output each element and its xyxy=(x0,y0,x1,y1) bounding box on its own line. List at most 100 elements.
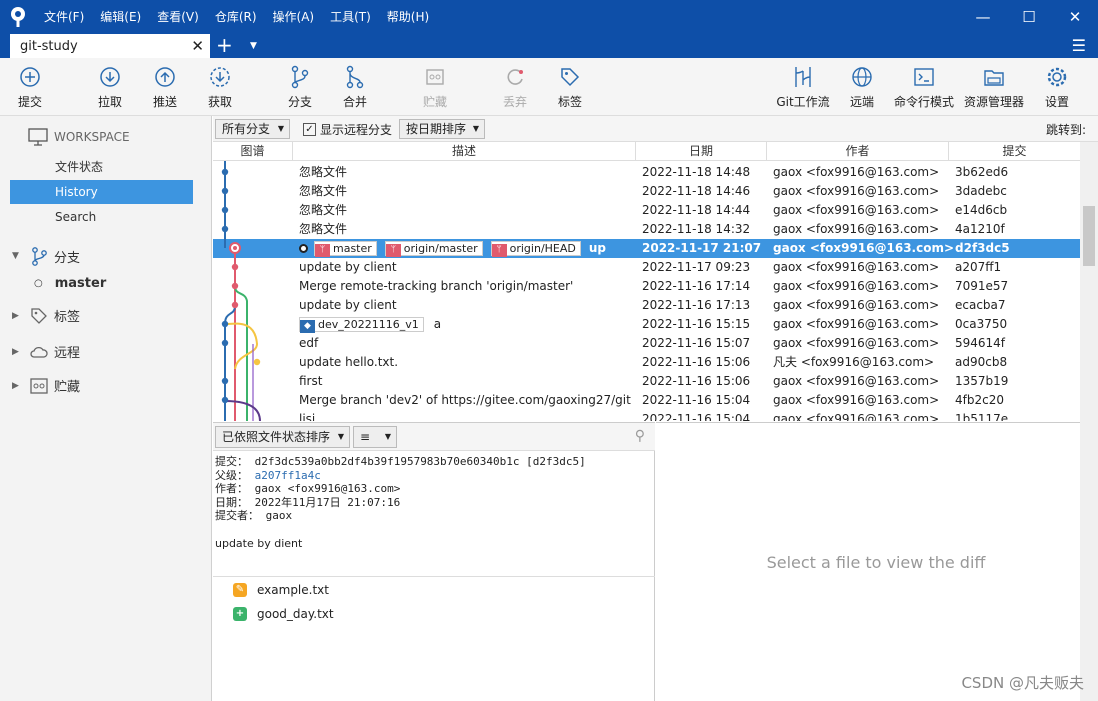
merge-button[interactable]: 合并 xyxy=(325,64,385,110)
modified-file-icon: ✎ xyxy=(233,583,247,597)
stash-button[interactable]: 贮藏 xyxy=(405,64,465,110)
commit-row[interactable]: lisi 2022-11-16 15:04 gaox <fox9916@163.… xyxy=(213,410,1080,421)
watermark: CSDN @凡夫贩夫 xyxy=(961,674,1084,692)
commit-row[interactable]: update by client 2022-11-17 09:23 gaox <… xyxy=(213,258,1080,277)
menu-actions[interactable]: 操作(A) xyxy=(265,0,323,34)
chevron-down-icon: ▼ xyxy=(384,432,391,441)
commit-list-header: 图谱 描述 日期 作者 提交 xyxy=(213,142,1080,161)
close-icon[interactable]: ✕ xyxy=(1052,0,1098,34)
column-commit[interactable]: 提交 xyxy=(949,142,1080,161)
search-icon[interactable]: ⚲ xyxy=(635,428,645,444)
ref-tag[interactable]: ◆ dev_20221116_v1 xyxy=(299,317,424,333)
jump-to-label: 跳转到: xyxy=(1045,123,1086,137)
tab-close-icon[interactable]: ✕ xyxy=(191,37,204,55)
tag-icon xyxy=(559,64,581,90)
diff-scrollbar[interactable] xyxy=(1080,422,1098,701)
commit-row[interactable]: update hello.txt. 2022-11-16 15:06 凡夫 <f… xyxy=(213,353,1080,372)
commit-row[interactable]: ◆ dev_20221116_v1 a 2022-11-16 15:15 gaox … xyxy=(213,315,1080,334)
tag-button[interactable]: 标签 xyxy=(540,64,600,110)
ref-master[interactable]: ᛘ master xyxy=(314,241,377,257)
commit-row[interactable]: first 2022-11-16 15:06 gaox <fox9916@163… xyxy=(213,372,1080,391)
commit-row[interactable]: edf 2022-11-16 15:07 gaox <fox9916@163.c… xyxy=(213,334,1080,353)
history-filter-bar: 所有分支 ▼ ✓ 显示远程分支 按日期排序 ▼ 跳转到: xyxy=(213,116,1098,142)
toolbar: 提交 拉取 推送 获取 分支 合并 贮藏 丢弃 标签 Git工作流 远端 命令行… xyxy=(0,58,1098,116)
menu-repository[interactable]: 仓库(R) xyxy=(207,0,265,34)
commit-button[interactable]: 提交 xyxy=(0,64,60,110)
commit-list-scrollbar[interactable] xyxy=(1080,142,1098,422)
menu-help[interactable]: 帮助(H) xyxy=(379,0,437,34)
fetch-button[interactable]: 获取 xyxy=(190,64,250,110)
settings-button[interactable]: 设置 xyxy=(1027,64,1087,110)
sidebar-branch-master[interactable]: ○ master xyxy=(34,276,106,291)
sidebar-section-remotes[interactable]: ▶ 远程 xyxy=(12,342,80,361)
file-item[interactable]: ✎ example.txt xyxy=(233,583,329,597)
commit-row[interactable]: 忽略文件 2022-11-18 14:46 gaox <fox9916@163.… xyxy=(213,182,1080,201)
discard-button[interactable]: 丢弃 xyxy=(485,64,545,110)
file-sort-dropdown[interactable]: 已依照文件状态排序 ▼ xyxy=(215,426,350,448)
hamburger-menu-icon[interactable]: ☰ xyxy=(1072,34,1086,58)
commit-row[interactable]: Merge remote-tracking branch 'origin/mas… xyxy=(213,277,1080,296)
parent-commit-link[interactable]: a207ff1a4c xyxy=(255,469,321,482)
remote-button[interactable]: 远端 xyxy=(832,64,892,110)
sidebar-item-file-status[interactable]: 文件状态 xyxy=(10,155,193,179)
minimize-icon[interactable]: — xyxy=(960,0,1006,34)
file-item[interactable]: + good_day.txt xyxy=(233,607,334,621)
chevron-right-icon: ▶ xyxy=(12,346,19,357)
gear-icon xyxy=(1046,64,1068,90)
branch-button[interactable]: 分支 xyxy=(270,64,330,110)
branch-filter-dropdown[interactable]: 所有分支 ▼ xyxy=(215,119,290,139)
terminal-icon xyxy=(913,64,935,90)
commit-row[interactable]: 忽略文件 2022-11-18 14:48 gaox <fox9916@163.… xyxy=(213,163,1080,182)
committer-value: gaox xyxy=(265,509,293,522)
column-graph[interactable]: 图谱 xyxy=(213,142,293,161)
maximize-icon[interactable]: ☐ xyxy=(1006,0,1052,34)
commit-row[interactable]: 忽略文件 2022-11-18 14:44 gaox <fox9916@163.… xyxy=(213,201,1080,220)
sidebar-section-stashes[interactable]: ▶ 贮藏 xyxy=(12,376,80,395)
monitor-icon xyxy=(28,128,48,146)
push-button[interactable]: 推送 xyxy=(135,64,195,110)
author-value: gaox <fox9916@163.com> xyxy=(254,482,401,495)
sidebar-item-history[interactable]: History xyxy=(10,180,193,204)
tab-dropdown-icon[interactable]: ▼ xyxy=(250,34,257,58)
menu-file[interactable]: 文件(F) xyxy=(36,0,92,34)
column-description[interactable]: 描述 xyxy=(293,142,636,161)
column-author[interactable]: 作者 xyxy=(767,142,949,161)
cloud-icon xyxy=(30,346,48,358)
explorer-button[interactable]: 资源管理器 xyxy=(964,64,1024,110)
ref-origin-head[interactable]: ᛘ origin/HEAD xyxy=(490,241,581,257)
view-mode-dropdown[interactable]: ≡ ▼ xyxy=(353,426,397,448)
merge-icon xyxy=(344,64,366,90)
chevron-down-icon: ▼ xyxy=(12,251,19,261)
sidebar: WORKSPACE 文件状态 History Search ▼ 分支 ○ mas… xyxy=(0,116,212,701)
stash-icon xyxy=(30,377,48,394)
commit-row[interactable]: Merge branch 'dev2' of https://gitee.com… xyxy=(213,391,1080,410)
branch-icon: ᛘ xyxy=(491,244,507,257)
show-remote-checkbox[interactable]: ✓ 显示远程分支 xyxy=(303,121,392,138)
tab-git-study[interactable]: git-study ✕ xyxy=(10,34,210,58)
menu-edit[interactable]: 编辑(E) xyxy=(92,0,149,34)
menu-tools[interactable]: 工具(T) xyxy=(322,0,379,34)
menu-view[interactable]: 查看(V) xyxy=(149,0,207,34)
title-bar: 文件(F) 编辑(E) 查看(V) 仓库(R) 操作(A) 工具(T) 帮助(H… xyxy=(0,0,1098,34)
sourcetree-logo-icon xyxy=(0,0,36,34)
new-tab-icon[interactable]: + xyxy=(216,34,233,56)
stash-icon xyxy=(424,64,446,90)
scrollbar-thumb[interactable] xyxy=(1083,206,1095,266)
sidebar-section-tags[interactable]: ▶ 标签 xyxy=(12,306,80,325)
terminal-button[interactable]: 命令行模式 xyxy=(894,64,954,110)
chevron-down-icon: ▼ xyxy=(472,124,479,133)
sidebar-item-search[interactable]: Search xyxy=(10,205,193,229)
commit-row[interactable]: update by client 2022-11-16 17:13 gaox <… xyxy=(213,296,1080,315)
branch-icon xyxy=(289,64,311,90)
commit-row-selected[interactable]: ᛘ master ᛘ origin/master ᛘ origin/HEAD up 2022… xyxy=(213,239,1080,258)
fetch-circle-icon xyxy=(209,64,231,90)
pull-button[interactable]: 拉取 xyxy=(80,64,140,110)
added-file-icon: + xyxy=(233,607,247,621)
sort-dropdown[interactable]: 按日期排序 ▼ xyxy=(399,119,485,139)
details-toolbar: 已依照文件状态排序 ▼ ≡ ▼ ⚲ xyxy=(213,423,655,451)
ref-origin-master[interactable]: ᛘ origin/master xyxy=(384,241,483,257)
sidebar-section-branches[interactable]: ▼ 分支 xyxy=(12,246,80,266)
column-date[interactable]: 日期 xyxy=(636,142,767,161)
gitflow-button[interactable]: Git工作流 xyxy=(773,64,833,110)
commit-row[interactable]: 忽略文件 2022-11-18 14:32 gaox <fox9916@163.… xyxy=(213,220,1080,239)
